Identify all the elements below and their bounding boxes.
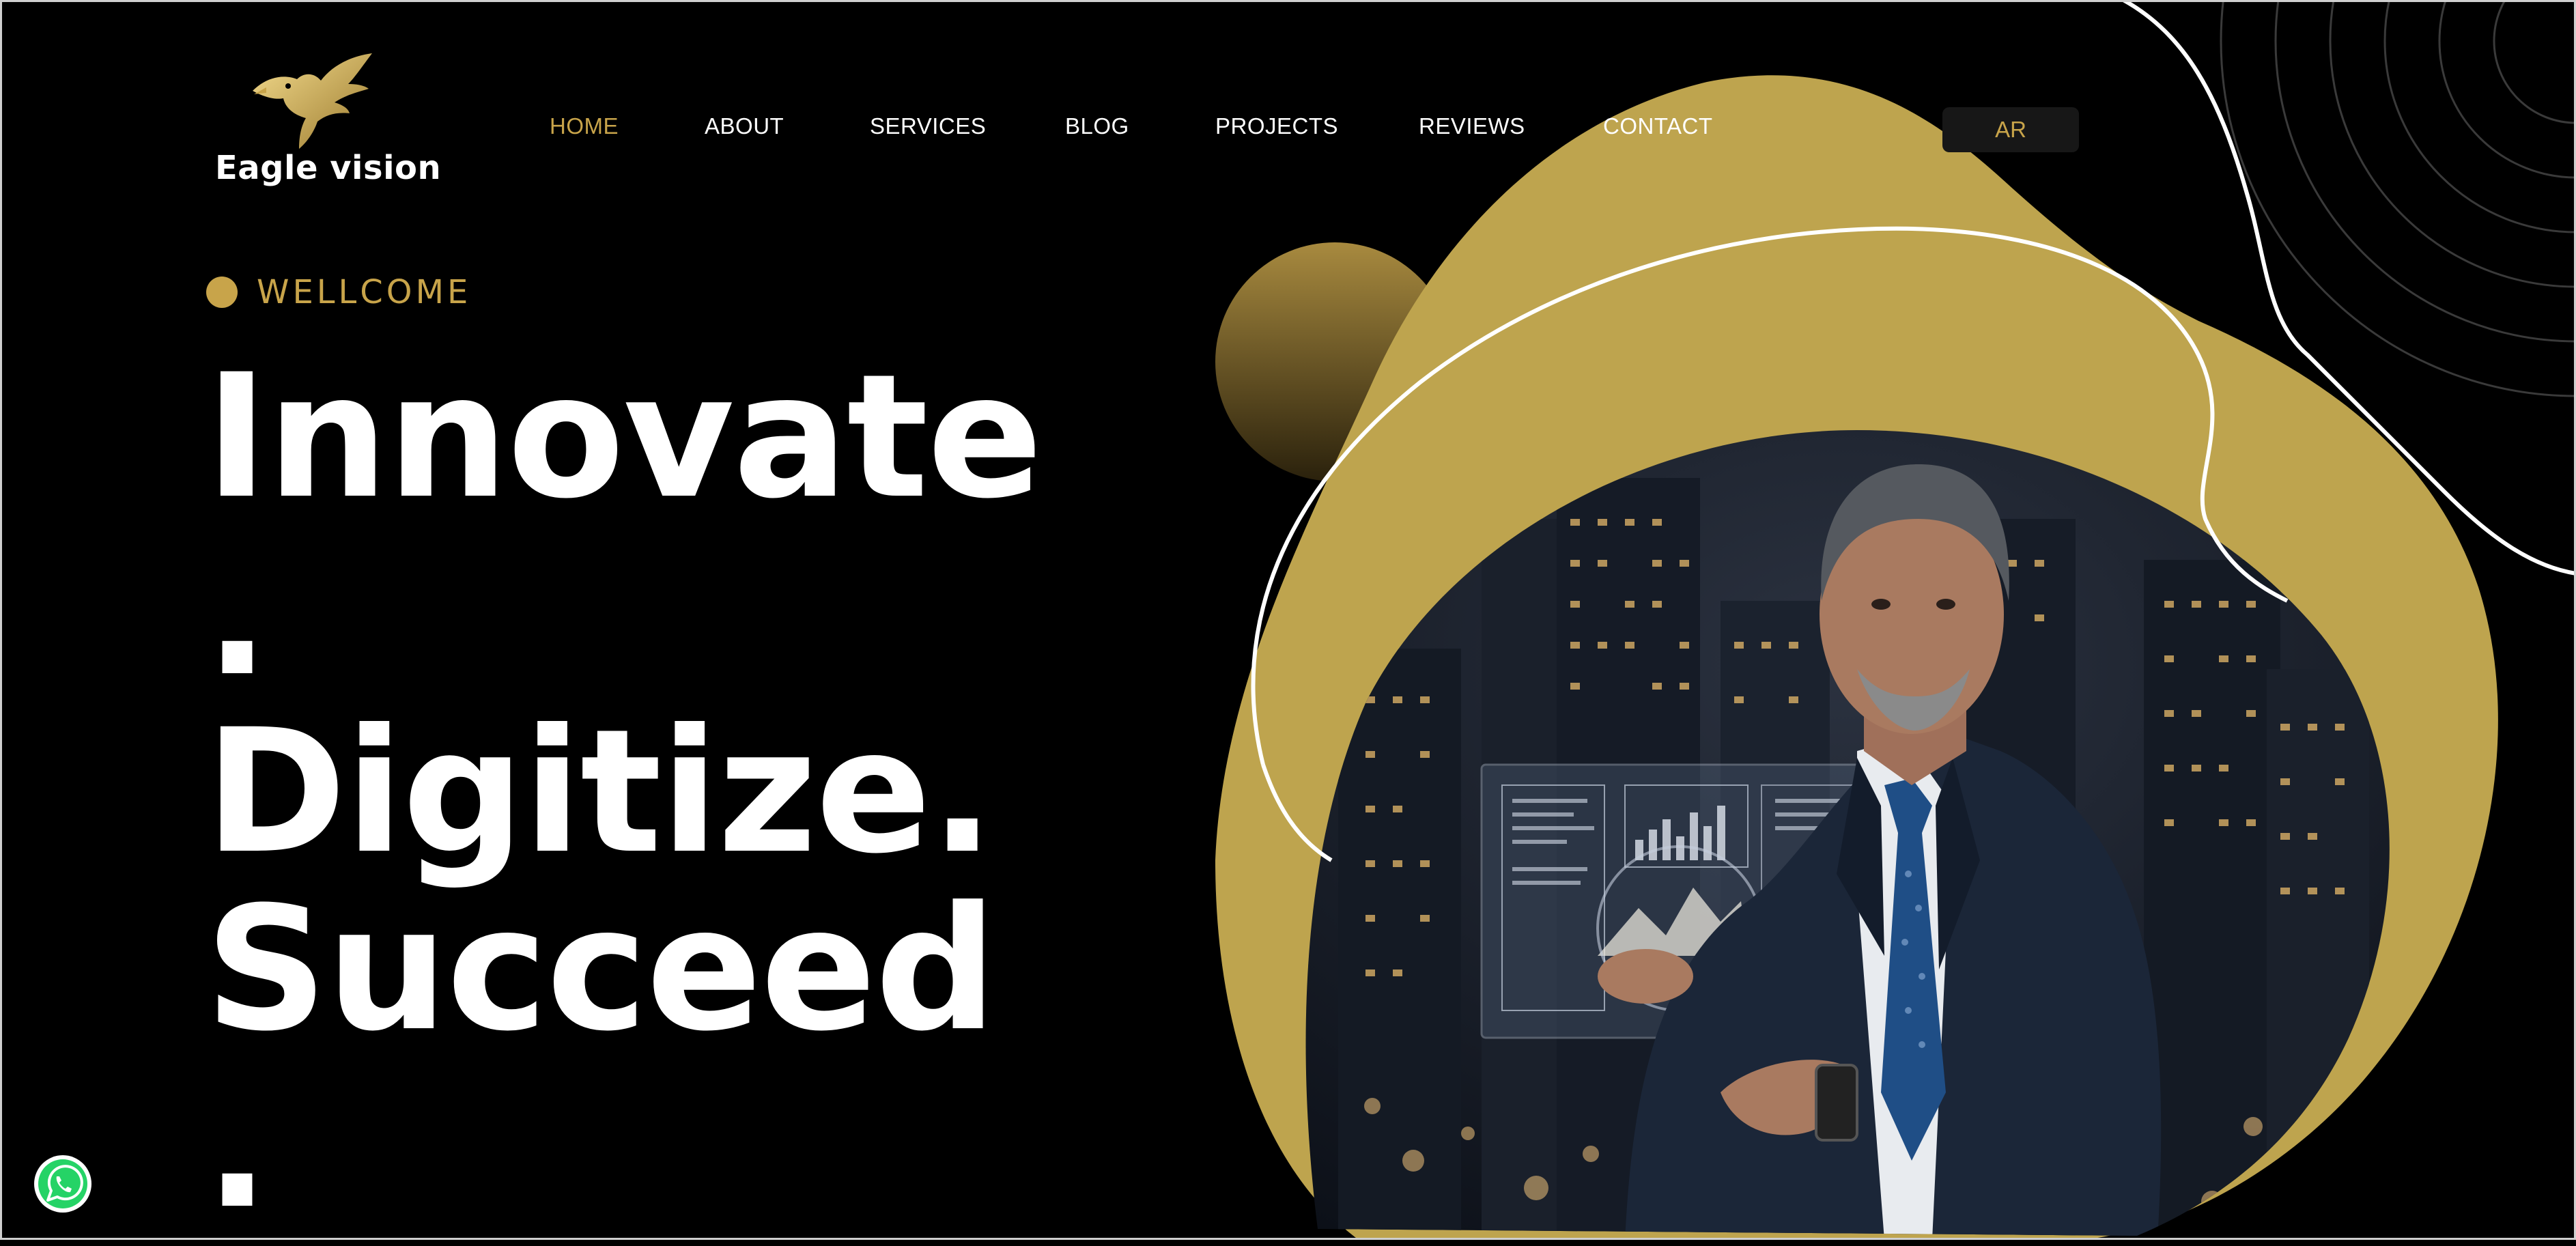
nav-contact[interactable]: CONTACT	[1603, 113, 1713, 139]
brand-logo[interactable]: Eagle vision	[215, 53, 441, 190]
nav-blog[interactable]: BLOG	[1065, 113, 1129, 139]
welcome-text: WELLCOME	[257, 273, 472, 311]
headline-succeed: Succeed	[205, 870, 997, 1068]
nav-about[interactable]: ABOUT	[705, 113, 784, 139]
headline-innovate: Innovate	[205, 337, 1043, 536]
nav-projects[interactable]: PROJECTS	[1215, 113, 1338, 139]
welcome-label: WELLCOME	[206, 273, 471, 311]
brand-name: Eagle vision	[215, 149, 442, 187]
nav-services[interactable]: SERVICES	[870, 113, 986, 139]
welcome-dot	[206, 277, 238, 308]
headline-dot-1: .	[205, 515, 270, 713]
nav-home[interactable]: HOME	[550, 113, 619, 139]
concentric-arcs	[2220, 0, 2576, 397]
headline-digitize: Digitize.	[205, 692, 995, 891]
nav-reviews[interactable]: REVIEWS	[1419, 113, 1525, 139]
language-ar-button[interactable]: AR	[1942, 107, 2079, 152]
eagle-icon	[253, 53, 372, 149]
whatsapp-icon[interactable]	[33, 1154, 93, 1214]
headline-dot-2: .	[205, 1047, 270, 1246]
